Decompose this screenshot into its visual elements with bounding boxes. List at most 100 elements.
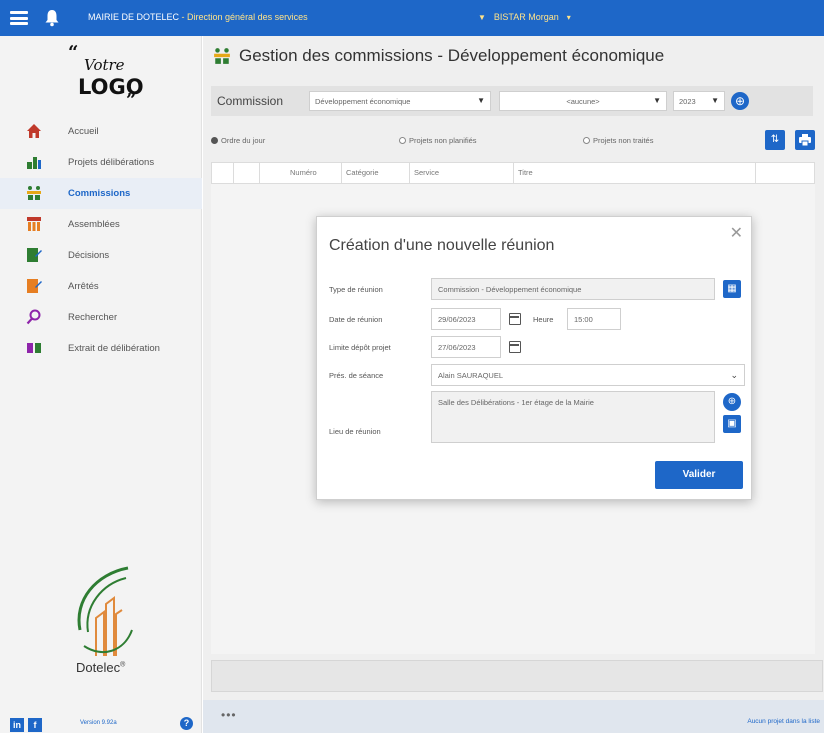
sidebar-item-label: Commissions: [68, 188, 131, 199]
type-label: Type de réunion: [329, 285, 383, 294]
top-bar: MAIRIE DE DOTELEC - Direction général de…: [0, 0, 824, 36]
bottom-bar: ••• Aucun projet dans la liste: [203, 700, 824, 733]
validate-button[interactable]: Valider: [655, 461, 743, 489]
version-link[interactable]: Version 9.92a: [80, 720, 117, 726]
sidebar-item-accueil[interactable]: Accueil: [0, 116, 202, 147]
radio-label: Ordre du jour: [221, 136, 266, 145]
column-header[interactable]: Catégorie: [342, 163, 410, 183]
president-value: Alain SAURAQUEL: [438, 371, 504, 380]
sidebar-nav: Accueil Projets délibérations Commission…: [0, 116, 202, 364]
commissions-icon: [27, 186, 41, 200]
sidebar-item-projets[interactable]: Projets délibérations: [0, 147, 202, 178]
user-menu[interactable]: ▼ BISTAR Morgan ▾: [478, 12, 571, 22]
sort-icon: ⇅: [770, 134, 780, 145]
view-filter: Ordre du jour Projets non planifiés Proj…: [211, 136, 751, 150]
commission-label: Commission: [217, 94, 284, 108]
radio-label: Projets non planifiés: [409, 136, 477, 145]
search-icon: [26, 309, 41, 325]
sidebar-item-decisions[interactable]: Décisions: [0, 240, 202, 271]
column-header[interactable]: Service: [410, 163, 514, 183]
dialog-title: Création d'une nouvelle réunion: [329, 237, 555, 254]
meeting-select-value: <aucune>: [566, 97, 600, 106]
lieu-textarea[interactable]: Salle des Délibérations - 1er étage de l…: [431, 391, 715, 443]
radio-label: Projets non traités: [593, 136, 654, 145]
sidebar-item-label: Assemblées: [68, 219, 120, 230]
organization-name: MAIRIE DE DOTELEC - Direction général de…: [88, 12, 308, 22]
decisions-icon: [27, 248, 42, 262]
lieu-label: Lieu de réunion: [329, 427, 381, 436]
hour-label: Heure: [533, 315, 554, 324]
radio-ordre-du-jour[interactable]: Ordre du jour: [211, 136, 265, 145]
limit-field[interactable]: 27/06/2023: [431, 336, 501, 358]
social-links: in f: [10, 718, 42, 732]
help-icon[interactable]: ?: [180, 717, 193, 730]
brand-mark: ®: [120, 661, 126, 669]
sort-button[interactable]: ⇅: [765, 130, 785, 150]
home-icon: [27, 124, 41, 138]
hour-field[interactable]: 15:00: [567, 308, 621, 330]
column-header[interactable]: Titre: [514, 163, 756, 183]
brand-text: Dotelec: [76, 660, 121, 675]
add-place-button[interactable]: ⊕: [723, 393, 741, 411]
save-place-button[interactable]: ▣: [723, 415, 741, 433]
print-button[interactable]: [795, 130, 815, 150]
sidebar-item-label: Projets délibérations: [68, 157, 155, 168]
details-panel: [211, 660, 823, 692]
president-label: Prés. de séance: [329, 371, 384, 380]
print-icon: [799, 134, 811, 147]
calendar-icon[interactable]: [509, 313, 521, 325]
close-icon[interactable]: ✕: [730, 223, 743, 243]
radio-dot: [399, 137, 406, 144]
column-header-end: [756, 163, 814, 183]
facebook-icon[interactable]: f: [28, 718, 42, 732]
brand-name: Dotelec®: [76, 660, 125, 675]
meeting-select[interactable]: <aucune> ▼: [499, 91, 667, 111]
radio-projets-non-planifies[interactable]: Projets non planifiés: [399, 136, 477, 145]
sidebar-item-arretes[interactable]: Arrêtés: [0, 271, 202, 302]
linkedin-icon[interactable]: in: [10, 718, 24, 732]
sidebar-item-label: Rechercher: [68, 312, 118, 323]
sidebar: “ Votre LOGO ” Accueil Projets délibérat…: [0, 36, 202, 733]
type-calendar-button[interactable]: ▦: [723, 280, 741, 298]
user-name: BISTAR Morgan: [493, 12, 559, 22]
sidebar-item-extrait[interactable]: Extrait de délibération: [0, 333, 202, 364]
president-select[interactable]: Alain SAURAQUEL ⌄: [431, 364, 745, 386]
menu-icon[interactable]: [10, 11, 28, 25]
sidebar-item-label: Extrait de délibération: [68, 343, 160, 354]
column-header[interactable]: Numéro: [260, 163, 342, 183]
radio-dot: [583, 137, 590, 144]
extract-icon: [27, 343, 41, 353]
limit-label: Limite dépôt projet: [329, 343, 391, 352]
caret-down-icon: ▼: [478, 12, 486, 22]
new-meeting-dialog: Création d'une nouvelle réunion ✕ Type d…: [316, 216, 752, 500]
commission-select[interactable]: Développement économique ▼: [309, 91, 491, 111]
type-field[interactable]: Commission - Développement économique: [431, 278, 715, 300]
more-button[interactable]: •••: [221, 708, 237, 722]
sidebar-item-rechercher[interactable]: Rechercher: [0, 302, 202, 333]
radio-projets-non-traites[interactable]: Projets non traités: [583, 136, 653, 145]
dotelec-logo: [77, 566, 133, 656]
sidebar-footer: in f Version 9.92a ?: [0, 715, 202, 733]
radio-dot: [211, 137, 218, 144]
column-header[interactable]: [234, 163, 260, 183]
sidebar-item-label: Arrêtés: [68, 281, 99, 292]
sidebar-item-assemblees[interactable]: Assemblées: [0, 209, 202, 240]
table-header: Numéro Catégorie Service Titre: [211, 162, 815, 184]
plus-circle-icon: ⊕: [727, 396, 737, 407]
svg-text:”: ”: [126, 90, 136, 111]
sidebar-item-label: Accueil: [68, 126, 99, 137]
year-select[interactable]: 2023 ▼: [673, 91, 725, 111]
add-meeting-button[interactable]: ⊕: [731, 92, 749, 110]
date-field[interactable]: 29/06/2023: [431, 308, 501, 330]
column-header[interactable]: [212, 163, 234, 183]
org-direction: - Direction général des services: [181, 12, 308, 22]
projects-icon: [27, 157, 41, 169]
page-title: Gestion des commissions - Développement …: [213, 46, 664, 66]
commissions-icon: [214, 48, 230, 64]
chevron-down-icon: ▾: [566, 12, 571, 22]
bell-icon[interactable]: [44, 9, 60, 27]
chevron-down-icon: ▼: [477, 96, 485, 105]
sidebar-item-commissions[interactable]: Commissions: [0, 178, 202, 209]
calendar-icon[interactable]: [509, 341, 521, 353]
page-title-text: Gestion des commissions - Développement …: [239, 46, 665, 65]
